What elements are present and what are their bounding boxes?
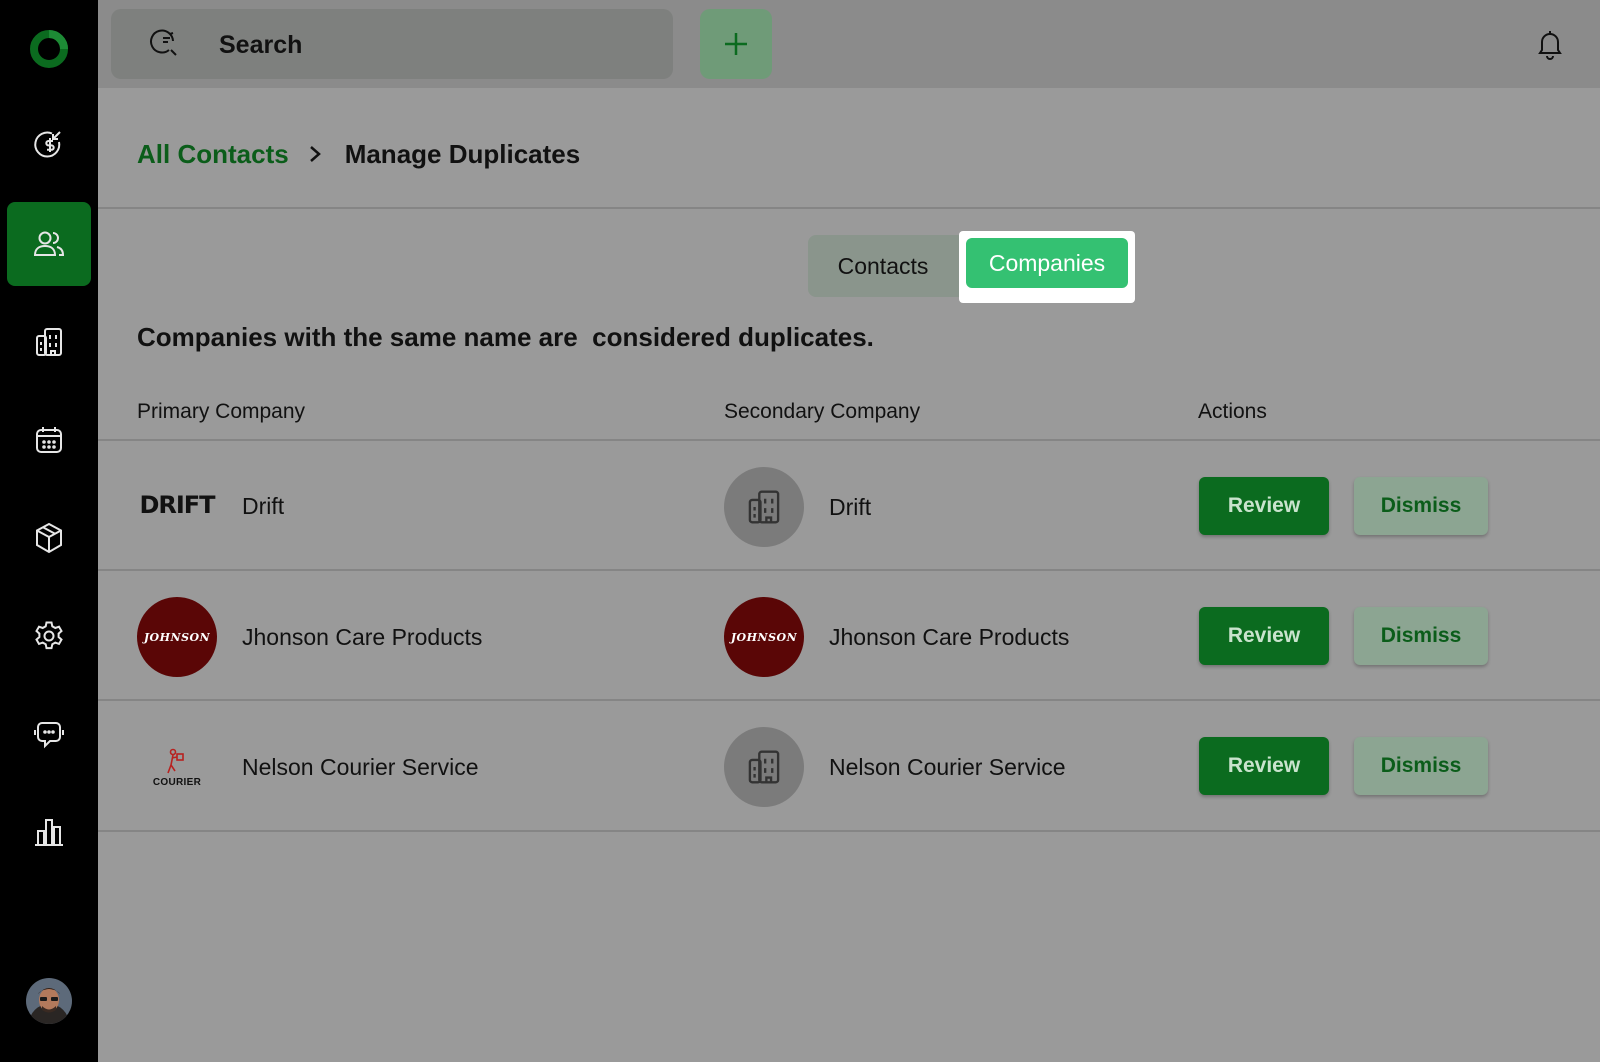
tab-companies-highlight: Companies xyxy=(959,231,1135,303)
duplicate-rule-description: Companies with the same name are conside… xyxy=(137,322,874,352)
secondary-company-name: Jhonson Care Products xyxy=(829,624,1070,650)
tab-contacts[interactable]: Contacts xyxy=(808,235,958,297)
header-actions: Actions xyxy=(1198,400,1267,423)
building-icon xyxy=(36,328,62,356)
box-icon xyxy=(36,522,62,554)
top-bar: Search xyxy=(98,0,1600,88)
courier-logo: COURIER xyxy=(137,727,217,807)
table-row: DRIFT Drift Drift Review Dismiss xyxy=(98,441,1600,569)
johnson-logo-text: JOHNSON xyxy=(143,630,211,644)
johnson-logo: JOHNSON xyxy=(724,597,804,677)
johnson-logo: JOHNSON xyxy=(137,597,217,677)
plus-icon xyxy=(725,33,747,55)
chevron-right-icon xyxy=(309,146,321,162)
header-divider xyxy=(98,207,1600,209)
dollar-refresh-icon xyxy=(34,131,61,158)
add-button[interactable] xyxy=(700,9,772,79)
drift-logo-text: DRIFT xyxy=(139,491,215,519)
company-placeholder-logo xyxy=(724,727,804,807)
review-button[interactable]: Review xyxy=(1199,607,1329,665)
header-primary-company: Primary Company xyxy=(137,400,306,423)
row-divider xyxy=(98,830,1600,832)
dismiss-button[interactable]: Dismiss xyxy=(1354,477,1488,535)
avatar-image xyxy=(26,978,72,1024)
breadcrumb-all-contacts[interactable]: All Contacts xyxy=(137,139,289,170)
secondary-company-name: Drift xyxy=(829,494,872,520)
primary-company-name: Jhonson Care Products xyxy=(242,624,483,650)
search-input[interactable]: Search xyxy=(219,31,302,60)
review-button[interactable]: Review xyxy=(1199,737,1329,795)
bar-chart-icon xyxy=(35,819,63,846)
header-secondary-company: Secondary Company xyxy=(724,400,921,423)
search-bar[interactable]: Search xyxy=(111,9,673,79)
sidebar-item-calendar[interactable] xyxy=(7,398,91,482)
drift-logo: DRIFT xyxy=(137,465,217,545)
primary-company-name: Nelson Courier Service xyxy=(242,754,479,780)
calendar-icon xyxy=(36,427,62,453)
courier-runner-icon xyxy=(167,748,184,773)
table-row: JOHNSON Jhonson Care Products JOHNSON Jh… xyxy=(98,571,1600,699)
users-icon xyxy=(33,231,65,256)
sidebar-item-deals[interactable] xyxy=(7,103,91,187)
gear-icon xyxy=(35,621,63,650)
sidebar-item-reports[interactable] xyxy=(7,790,91,874)
app: Search All Contacts Manage Duplicates Co… xyxy=(0,0,1600,1062)
courier-logo-text: COURIER xyxy=(152,776,202,788)
search-icon xyxy=(150,29,177,56)
primary-company-name: Drift xyxy=(242,493,285,519)
secondary-company-name: Nelson Courier Service xyxy=(829,754,1066,780)
johnson-logo-text: JOHNSON xyxy=(730,630,798,644)
page-title: Manage Duplicates xyxy=(344,138,581,169)
sidebar xyxy=(0,0,98,1062)
building-icon xyxy=(748,750,780,784)
review-button[interactable]: Review xyxy=(1199,477,1329,535)
company-placeholder-logo xyxy=(724,467,804,547)
bell-icon[interactable] xyxy=(1535,28,1565,60)
tab-companies[interactable]: Companies xyxy=(966,238,1128,288)
chat-bot-icon xyxy=(34,722,64,749)
building-icon xyxy=(748,490,780,524)
app-logo-icon[interactable] xyxy=(29,29,69,69)
sidebar-item-companies[interactable] xyxy=(7,300,91,384)
dismiss-button[interactable]: Dismiss xyxy=(1354,737,1488,795)
sidebar-item-contacts[interactable] xyxy=(7,202,91,286)
table-row: COURIER Nelson Courier Service Nelson Co… xyxy=(98,701,1600,829)
user-avatar[interactable] xyxy=(26,978,72,1024)
breadcrumb: All Contacts Manage Duplicates xyxy=(137,136,580,172)
dismiss-button[interactable]: Dismiss xyxy=(1354,607,1488,665)
sidebar-item-products[interactable] xyxy=(7,496,91,580)
sidebar-item-chat[interactable] xyxy=(7,692,91,776)
sidebar-item-settings[interactable] xyxy=(7,594,91,678)
